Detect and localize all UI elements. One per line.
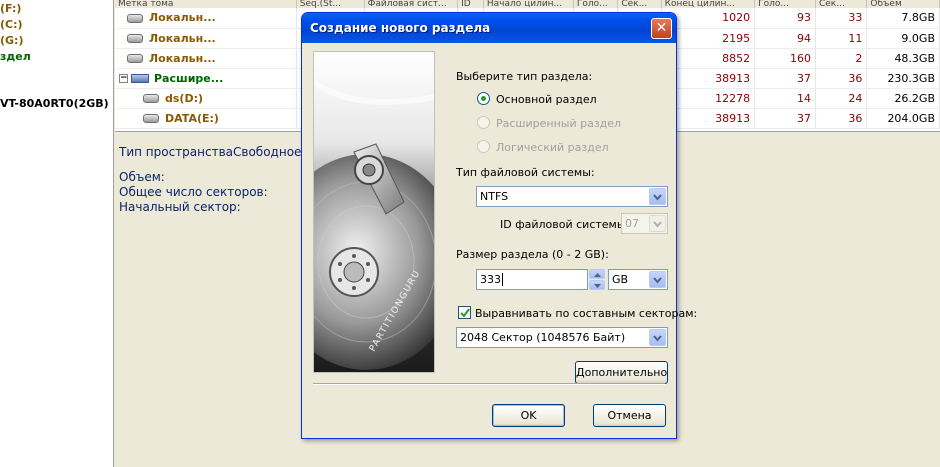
col-header-size[interactable]: Объем [866,0,940,8]
row-sectors: 36 [815,68,868,89]
radio-extended-label[interactable]: Расширенный раздел [496,117,621,130]
spin-up-icon[interactable] [589,269,605,279]
tree-item-g[interactable]: (G:) [0,34,23,47]
space-type-label: Тип пространстваСвободное п [119,145,314,159]
col-header-seq[interactable]: Seq.(St... [296,0,365,8]
col-header-end-sector[interactable]: Сек... [815,0,868,8]
extended-partition-icon [131,74,149,83]
spin-down-icon[interactable] [589,280,605,290]
row-size: 48.3GB [866,48,940,69]
col-header-label[interactable]: Метка тома [115,0,297,8]
row-sectors: 33 [815,8,868,29]
col-header-start-head[interactable]: Голо... [573,0,619,8]
size-spinner[interactable] [589,269,606,290]
chevron-down-icon[interactable] [649,188,666,205]
partition-size-input[interactable]: 333 [476,269,588,290]
chevron-down-icon[interactable] [649,271,666,288]
row-label: Локальн... [149,11,216,25]
row-sectors: 11 [815,28,868,49]
dialog-title: Создание нового раздела [310,21,491,35]
fs-id-label: ID файловой системы: [500,218,630,231]
row-heads: 37 [754,108,816,129]
col-header-id[interactable]: ID [457,0,484,8]
fs-id-value: 07 [625,217,639,230]
align-label[interactable]: Выравнивать по составным секторам: [475,307,697,320]
col-header-start-cyl[interactable]: Начало цилин... [483,0,574,8]
align-sectors-select[interactable]: 2048 Сектор (1048576 Байт) [456,327,668,348]
start-sector-label: Начальный сектор: [119,200,241,214]
col-header-end-head[interactable]: Голо... [754,0,816,8]
radio-selected-dot [481,96,486,101]
radio-extended[interactable] [477,116,490,129]
dialog-titlebar[interactable]: Создание нового раздела ✕ [302,13,676,43]
row-heads: 160 [754,48,816,69]
row-label: DATA(E:) [165,111,219,125]
table-header-row: Метка тома Seq.(St... Файловая сист... I… [115,0,940,8]
col-header-end-cyl[interactable]: Конец цилин... [661,0,756,8]
row-sectors: 36 [815,108,868,129]
row-size: 7.8GB [866,8,940,29]
new-partition-dialog: Создание нового раздела ✕ PARTITIONGURU … [301,12,697,439]
fs-id-select[interactable]: 07 [621,213,668,234]
volume-icon [127,13,143,23]
close-button[interactable]: ✕ [651,18,672,39]
divider [313,383,665,385]
volume-icon [143,114,159,123]
size-unit-select[interactable]: GB [608,269,668,290]
row-size: 26.2GB [866,88,940,109]
ok-button[interactable]: OK [492,404,565,427]
col-header-fs[interactable]: Файловая сист... [364,0,459,8]
tree-item-partition[interactable]: здел [0,50,31,63]
align-sectors-value: 2048 Сектор (1048576 Байт) [460,331,626,344]
fs-type-value: NTFS [480,190,509,203]
close-icon: ✕ [655,20,668,36]
volume-icon [127,54,143,63]
tree-item-disk[interactable]: VT-80A0RT0(2GB) [0,97,109,110]
row-heads: 94 [754,28,816,49]
partition-size-value: 333 [480,273,501,286]
tree-item-c[interactable]: (C:) [0,18,23,31]
size-unit-value: GB [612,273,629,286]
row-label: Расшире... [154,71,224,85]
col-header-start-sector[interactable]: Сек... [617,0,662,8]
chevron-down-icon[interactable] [649,329,666,346]
radio-logical-label[interactable]: Логический раздел [496,141,609,154]
partition-size-label: Размер раздела (0 - 2 GB): [456,248,609,261]
row-heads: 14 [754,88,816,109]
row-label: Локальн... [149,51,216,65]
row-size: 230.3GB [866,68,940,89]
fs-type-label: Тип файловой системы: [456,166,595,179]
total-sectors-label: Общее число секторов: [119,185,268,199]
row-sectors: 2 [815,48,868,69]
cancel-button[interactable]: Отмена [593,404,666,427]
advanced-button[interactable]: Дополнительно [575,361,668,384]
text-cursor [502,273,503,286]
align-checkbox[interactable] [458,306,471,319]
volume-icon [143,94,159,103]
volume-icon [127,34,143,43]
hard-disk-image: PARTITIONGURU [313,51,435,373]
fs-type-select[interactable]: NTFS [476,186,668,207]
row-label: ds(D:) [165,91,204,105]
partition-type-label: Выберите тип раздела: [456,70,593,83]
radio-primary-label[interactable]: Основной раздел [496,93,597,106]
row-size: 9.0GB [866,28,940,49]
radio-primary[interactable] [477,92,490,105]
collapse-icon[interactable]: − [119,74,128,83]
row-size: 204.0GB [866,108,940,129]
volume-label: Объем: [119,170,165,184]
row-heads: 93 [754,8,816,29]
row-sectors: 24 [815,88,868,109]
row-label: Локальн... [149,31,216,45]
row-heads: 37 [754,68,816,89]
radio-logical[interactable] [477,140,490,153]
checkmark-icon [460,308,470,318]
chevron-down-icon[interactable] [649,215,666,232]
tree-item-f[interactable]: (F:) [0,2,21,15]
dialog-body: PARTITIONGURU Выберите тип раздела: Осно… [305,43,697,436]
disk-tree-pane: (F:) (C:) (G:) здел VT-80A0RT0(2GB) [0,0,114,467]
